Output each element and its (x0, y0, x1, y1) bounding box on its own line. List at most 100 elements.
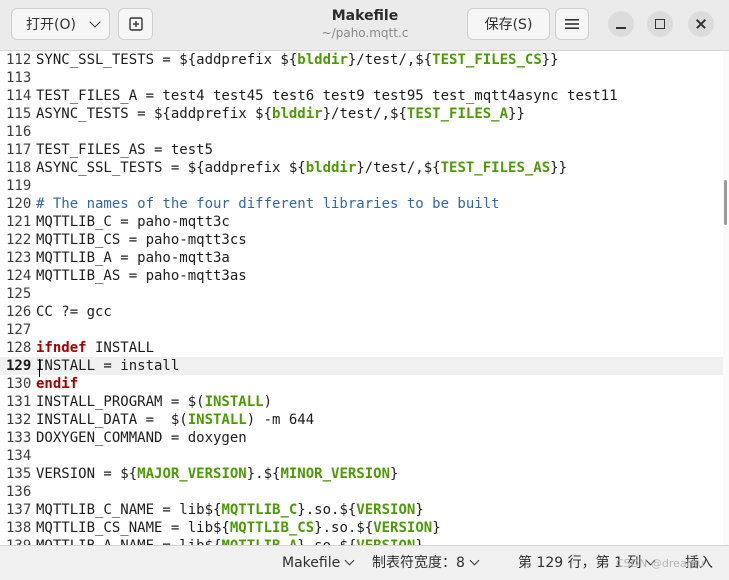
minimize-icon[interactable] (608, 11, 634, 37)
code-text: endif (36, 375, 78, 393)
code-line[interactable]: 136 (0, 483, 723, 501)
code-token: MQTTLIB_C = paho-mqtt3c (36, 214, 230, 230)
code-text: INSTALL_PROGRAM = $(INSTALL) (36, 393, 272, 411)
code-line[interactable]: 133 DOXYGEN_COMMAND = doxygen (0, 429, 723, 447)
code-token-var: INSTALL (187, 412, 247, 428)
code-line[interactable]: 130 endif (0, 375, 723, 393)
code-token: ) (263, 394, 273, 410)
code-line[interactable]: 135 VERSION = ${MAJOR_VERSION}.${MINOR_VE… (0, 465, 723, 483)
maximize-icon[interactable] (647, 11, 673, 37)
code-token: }.so.${ (297, 538, 356, 545)
line-number: 134 (6, 448, 32, 464)
code-token: VERSION = ${ (36, 466, 138, 482)
new-document-button[interactable] (118, 8, 153, 40)
code-token: } (415, 502, 424, 518)
code-token: }} (550, 160, 568, 176)
code-line[interactable]: 138 MQTTLIB_CS_NAME = lib${MQTTLIB_CS}.so… (0, 519, 723, 537)
code-text: DOXYGEN_COMMAND = doxygen (36, 429, 247, 447)
line-number: 136 (6, 484, 32, 500)
line-number: 131 (6, 394, 32, 410)
language-selector[interactable]: Makefile (282, 554, 355, 572)
code-line[interactable]: 112 SYNC_SSL_TESTS = ${addprefix ${blddir… (0, 51, 723, 69)
chevron-down-icon (469, 555, 480, 566)
chevron-down-icon (344, 555, 355, 566)
code-line[interactable]: 122 MQTTLIB_CS = paho-mqtt3cs (0, 231, 723, 249)
chevron-down-icon (89, 16, 101, 28)
code-line[interactable]: 131 INSTALL_PROGRAM = $(INSTALL) (0, 393, 723, 411)
code-line[interactable]: 128 ifndef INSTALL (0, 339, 723, 357)
code-text: MQTTLIB_CS_NAME = lib${MQTTLIB_CS}.so.${… (36, 519, 441, 537)
code-token: MQTTLIB_CS = paho-mqtt3cs (36, 232, 247, 248)
code-line[interactable]: 125 (0, 285, 723, 303)
code-token: MQTTLIB_C_NAME = lib${ (36, 502, 222, 518)
line-number: 130 (6, 376, 32, 392)
code-token-var: MQTTLIB_C (221, 502, 298, 518)
code-token: INSTALL = install (36, 358, 180, 374)
close-icon[interactable] (688, 11, 714, 37)
code-text: INSTALL_DATA = $(INSTALL) -m 644 (36, 411, 314, 429)
code-text: MQTTLIB_CS = paho-mqtt3cs (36, 231, 247, 249)
code-token-var: VERSION (373, 520, 433, 536)
code-token: }.so.${ (314, 520, 374, 536)
code-text: SYNC_SSL_TESTS = ${addprefix ${blddir}/t… (36, 51, 559, 69)
code-line[interactable]: 114 TEST_FILES_A = test4 test45 test6 tes… (0, 87, 723, 105)
line-number: 126 (6, 304, 32, 320)
code-text: TEST_FILES_A = test4 test45 test6 test9 … (36, 87, 618, 105)
code-token: }/test/,${ (322, 106, 407, 122)
code-token-var: MINOR_VERSION (280, 466, 391, 482)
code-token: SYNC_SSL_TESTS = ${addprefix ${ (36, 52, 298, 68)
code-text: MQTTLIB_A = paho-mqtt3a (36, 249, 230, 267)
code-token-var: TEST_FILES_A (406, 106, 509, 122)
code-line[interactable]: 118 ASYNC_SSL_TESTS = ${addprefix ${blddi… (0, 159, 723, 177)
line-number: 125 (6, 286, 32, 302)
code-text: ASYNC_SSL_TESTS = ${addprefix ${blddir}/… (36, 159, 567, 177)
code-line[interactable]: 127 (0, 321, 723, 339)
open-button[interactable]: 打开(O) (11, 8, 110, 40)
line-number: 137 (6, 502, 32, 518)
code-line[interactable]: 115 ASYNC_TESTS = ${addprefix ${blddir}/t… (0, 105, 723, 123)
code-line[interactable]: 113 (0, 69, 723, 87)
line-number: 121 (6, 214, 32, 230)
watermark: CSDN @dreamu (616, 557, 705, 570)
code-line[interactable]: 126 CC ?= gcc (0, 303, 723, 321)
code-text: MQTTLIB_A_NAME = lib${MQTTLIB_A}.so.${VE… (36, 537, 424, 545)
code-line[interactable]: 123 MQTTLIB_A = paho-mqtt3a (0, 249, 723, 267)
code-line[interactable]: 124 MQTTLIB_AS = paho-mqtt3as (0, 267, 723, 285)
save-button[interactable]: 保存(S) (467, 8, 550, 40)
code-token-kw: endif (36, 376, 79, 392)
code-token: TEST_FILES_A = test4 test45 test6 test9 … (36, 88, 618, 104)
code-token: INSTALL (86, 340, 155, 356)
window-subtitle: ~/paho.mqtt.c (321, 26, 409, 40)
code-token-var: TEST_FILES_CS (432, 52, 542, 68)
code-line[interactable]: 137 MQTTLIB_C_NAME = lib${MQTTLIB_C}.so.$… (0, 501, 723, 519)
code-text: ifndef INSTALL (36, 339, 154, 357)
code-text: TEST_FILES_AS = test5 (36, 141, 213, 159)
code-token: TEST_FILES_AS = test5 (36, 142, 214, 158)
main-menu-button[interactable] (555, 8, 589, 40)
code-token-var: blddir (272, 106, 323, 122)
scrollbar-thumb[interactable] (724, 180, 727, 225)
code-line[interactable]: 132 INSTALL_DATA = $(INSTALL) -m 644 (0, 411, 723, 429)
code-line[interactable]: 134 (0, 447, 723, 465)
code-line[interactable]: 139MQTTLIB_A_NAME = lib${MQTTLIB_A}.so.$… (0, 537, 723, 545)
code-token-var: TEST_FILES_AS (440, 160, 551, 176)
code-line[interactable]: 116 (0, 123, 723, 141)
code-token-var: blddir (297, 52, 348, 68)
code-text: MQTTLIB_C_NAME = lib${MQTTLIB_C}.so.${VE… (36, 501, 424, 519)
tab-width-selector[interactable]: 制表符宽度：8 (372, 554, 480, 572)
code-token-var: MQTTLIB_A (221, 538, 297, 545)
line-number: 118 (6, 160, 32, 176)
code-line[interactable]: 121 MQTTLIB_C = paho-mqtt3c (0, 213, 723, 231)
line-number: 127 (6, 322, 32, 338)
code-text: CC ?= gcc (36, 303, 112, 321)
code-line[interactable]: 119 (0, 177, 723, 195)
vertical-scrollbar[interactable] (723, 51, 729, 545)
code-token-var: VERSION (356, 538, 415, 545)
code-token: }/test/,${ (356, 160, 441, 176)
code-line[interactable]: 117 TEST_FILES_AS = test5 (0, 141, 723, 159)
text-editor[interactable]: 139MQTTLIB_A_NAME = lib${MQTTLIB_A}.so.$… (0, 51, 723, 545)
code-line[interactable]: 120 # The names of the four different lib… (0, 195, 723, 213)
code-line[interactable]: 129 INSTALL = install (0, 357, 723, 375)
code-token: }} (541, 52, 559, 68)
line-number: 135 (6, 466, 32, 482)
